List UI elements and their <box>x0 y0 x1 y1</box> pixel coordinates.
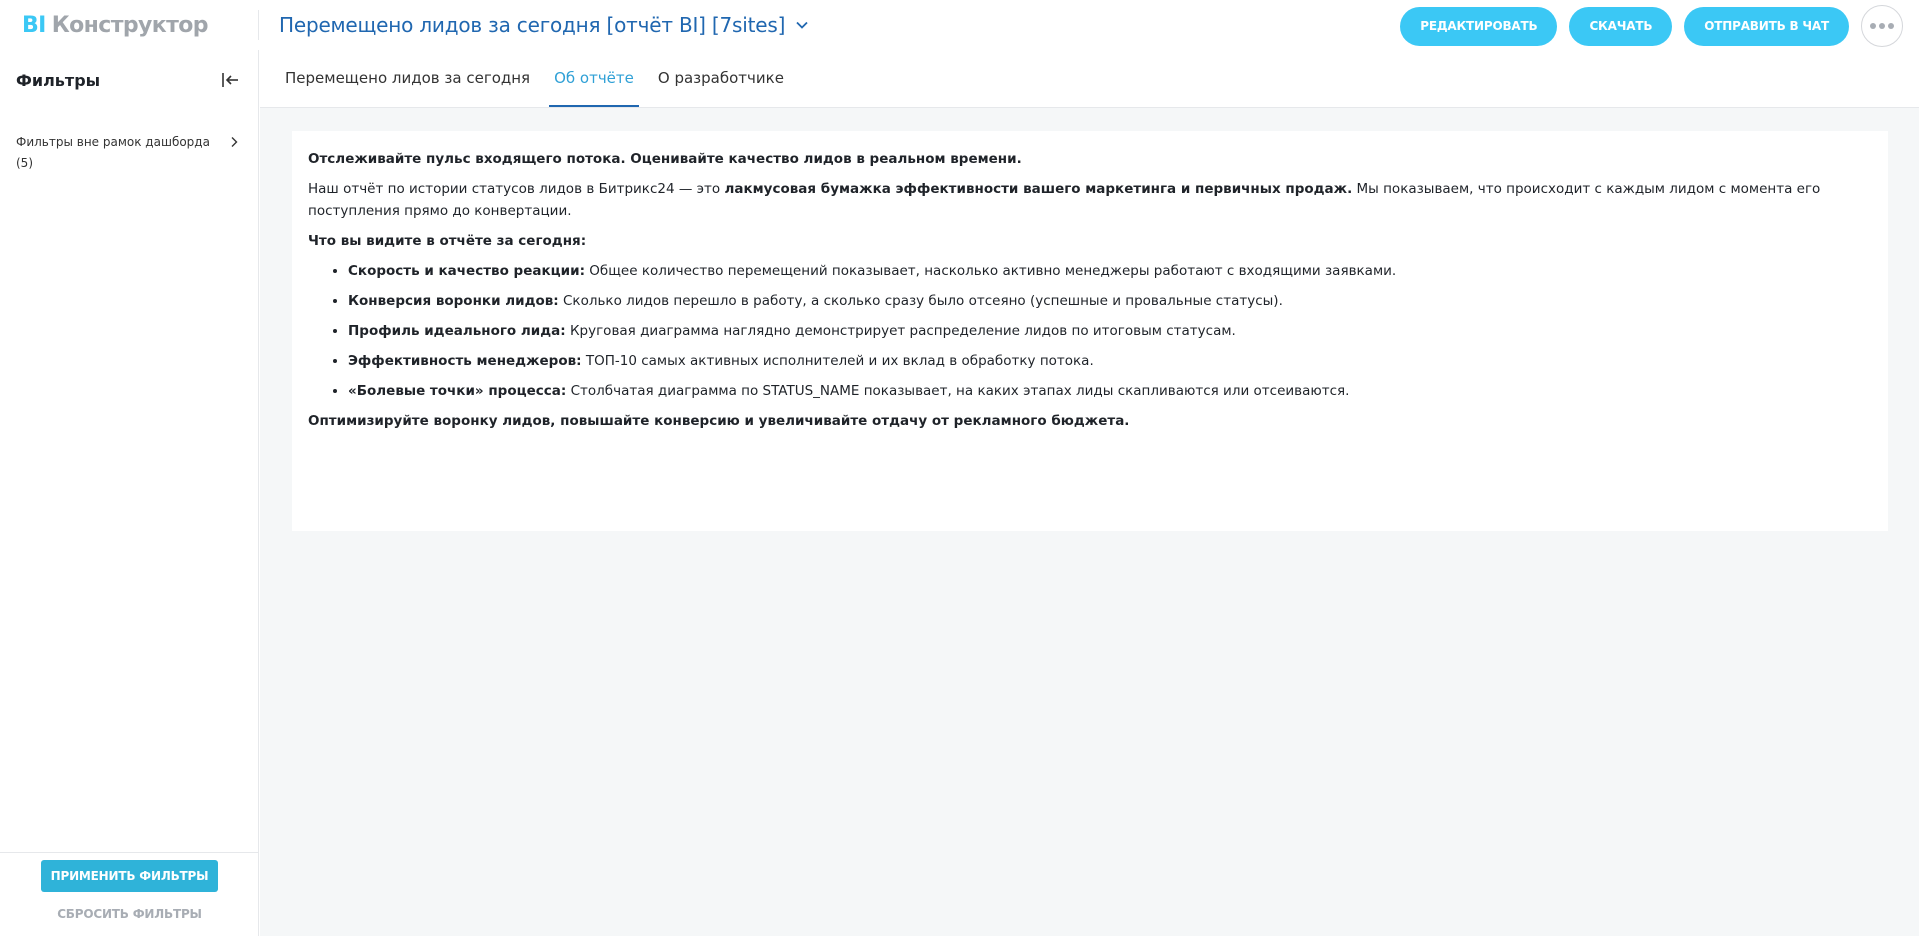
header-actions: РЕДАКТИРОВАТЬ СКАЧАТЬ ОТПРАВИТЬ В ЧАТ <box>1400 5 1903 47</box>
list-item: Скорость и качество реакции: Общее колич… <box>348 260 1872 282</box>
send-to-chat-button[interactable]: ОТПРАВИТЬ В ЧАТ <box>1684 6 1849 46</box>
sidebar-header: Фильтры <box>0 50 258 110</box>
filter-group-label: Фильтры вне рамок дашборда (5) <box>16 135 210 170</box>
more-options-button[interactable] <box>1861 5 1903 47</box>
tab-about-developer[interactable]: О разработчике <box>653 50 789 107</box>
sidebar-footer: ПРИМЕНИТЬ ФИЛЬТРЫ СБРОСИТЬ ФИЛЬТРЫ <box>0 852 258 936</box>
edit-button[interactable]: РЕДАКТИРОВАТЬ <box>1400 6 1558 46</box>
list-item: Эффективность менеджеров: ТОП-10 самых а… <box>348 350 1872 372</box>
filters-sidebar: Фильтры Фильтры вне рамок дашборда (5) П… <box>0 50 259 936</box>
about-report-card: Отслеживайте пульс входящего потока. Оце… <box>292 131 1888 531</box>
tab-about-report[interactable]: Об отчёте <box>549 50 639 107</box>
logo-bi: BI <box>22 12 46 38</box>
main-area: Перемещено лидов за сегодня Об отчёте О … <box>260 50 1919 936</box>
reset-filters-button[interactable]: СБРОСИТЬ ФИЛЬТРЫ <box>41 902 218 926</box>
report-tabs: Перемещено лидов за сегодня Об отчёте О … <box>260 50 1919 108</box>
about-list-title: Что вы видите в отчёте за сегодня: <box>308 233 587 249</box>
about-closing: Оптимизируйте воронку лидов, повышайте к… <box>308 413 1130 429</box>
app-logo[interactable]: BI Конструктор <box>0 10 259 40</box>
tab-leads-moved-today[interactable]: Перемещено лидов за сегодня <box>280 50 535 107</box>
chevron-right-icon <box>228 136 240 148</box>
about-intro: Наш отчёт по истории статусов лидов в Би… <box>308 181 1821 219</box>
about-feature-list: Скорость и качество реакции: Общее колич… <box>348 260 1872 402</box>
download-button[interactable]: СКАЧАТЬ <box>1569 6 1673 46</box>
filter-group-outside-dashboard[interactable]: Фильтры вне рамок дашборда (5) <box>0 132 258 174</box>
more-dots-icon <box>1870 23 1876 29</box>
report-title-dropdown[interactable]: Перемещено лидов за сегодня [отчёт BI] [… <box>279 13 809 37</box>
list-item: Профиль идеального лида: Круговая диагра… <box>348 320 1872 342</box>
about-headline: Отслеживайте пульс входящего потока. Оце… <box>308 151 1022 167</box>
apply-filters-button[interactable]: ПРИМЕНИТЬ ФИЛЬТРЫ <box>41 860 218 892</box>
report-title: Перемещено лидов за сегодня [отчёт BI] [… <box>279 13 786 37</box>
list-item: Конверсия воронки лидов: Сколько лидов п… <box>348 290 1872 312</box>
list-item: «Болевые точки» процесса: Столбчатая диа… <box>348 380 1872 402</box>
app-header: BI Конструктор Перемещено лидов за сегод… <box>0 0 1919 50</box>
sidebar-title: Фильтры <box>16 70 101 90</box>
chevron-down-icon <box>795 18 809 32</box>
logo-text: Конструктор <box>51 12 209 38</box>
collapse-sidebar-icon[interactable] <box>220 70 240 90</box>
